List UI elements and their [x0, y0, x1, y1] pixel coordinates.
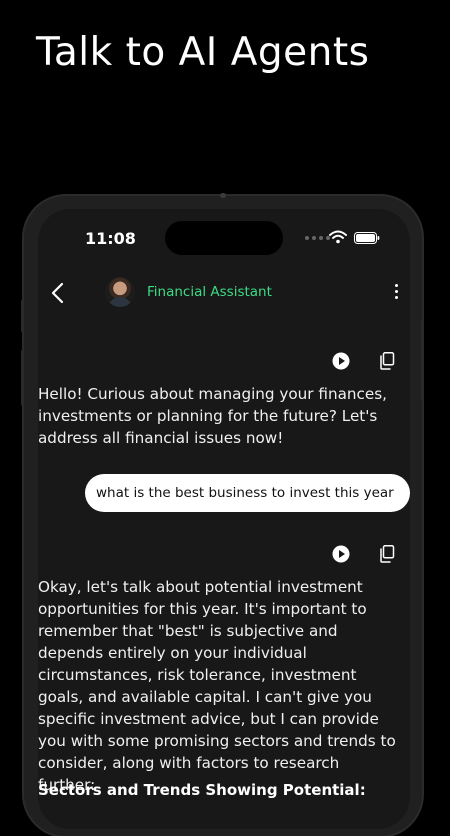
signal-icon: [305, 236, 330, 240]
phone-side-button: [421, 320, 424, 400]
user-message-text: what is the best business to invest this…: [96, 485, 394, 501]
agent-avatar: [105, 277, 135, 307]
play-icon[interactable]: [332, 352, 350, 370]
wifi-icon: [329, 230, 347, 244]
assistant-message: Hello! Curious about managing your finan…: [38, 385, 387, 447]
status-time: 11:08: [85, 229, 136, 248]
battery-icon: [354, 232, 380, 244]
copy-icon[interactable]: [379, 545, 395, 563]
agent-name: Financial Assistant: [147, 284, 272, 300]
more-vertical-icon[interactable]: [395, 284, 398, 299]
assistant-message: Okay, let's talk about potential investm…: [38, 578, 396, 794]
phone-side-button: [21, 350, 24, 406]
user-message-bubble: what is the best business to invest this…: [85, 474, 410, 512]
dynamic-island: [165, 221, 283, 255]
section-heading: Sectors and Trends Showing Potential:: [38, 781, 366, 799]
headline: Talk to AI Agents: [36, 30, 370, 75]
phone-speaker: [220, 193, 226, 198]
phone-side-button: [21, 300, 24, 332]
play-icon[interactable]: [332, 545, 350, 563]
back-arrow-icon[interactable]: [50, 282, 66, 304]
copy-icon[interactable]: [379, 352, 395, 370]
